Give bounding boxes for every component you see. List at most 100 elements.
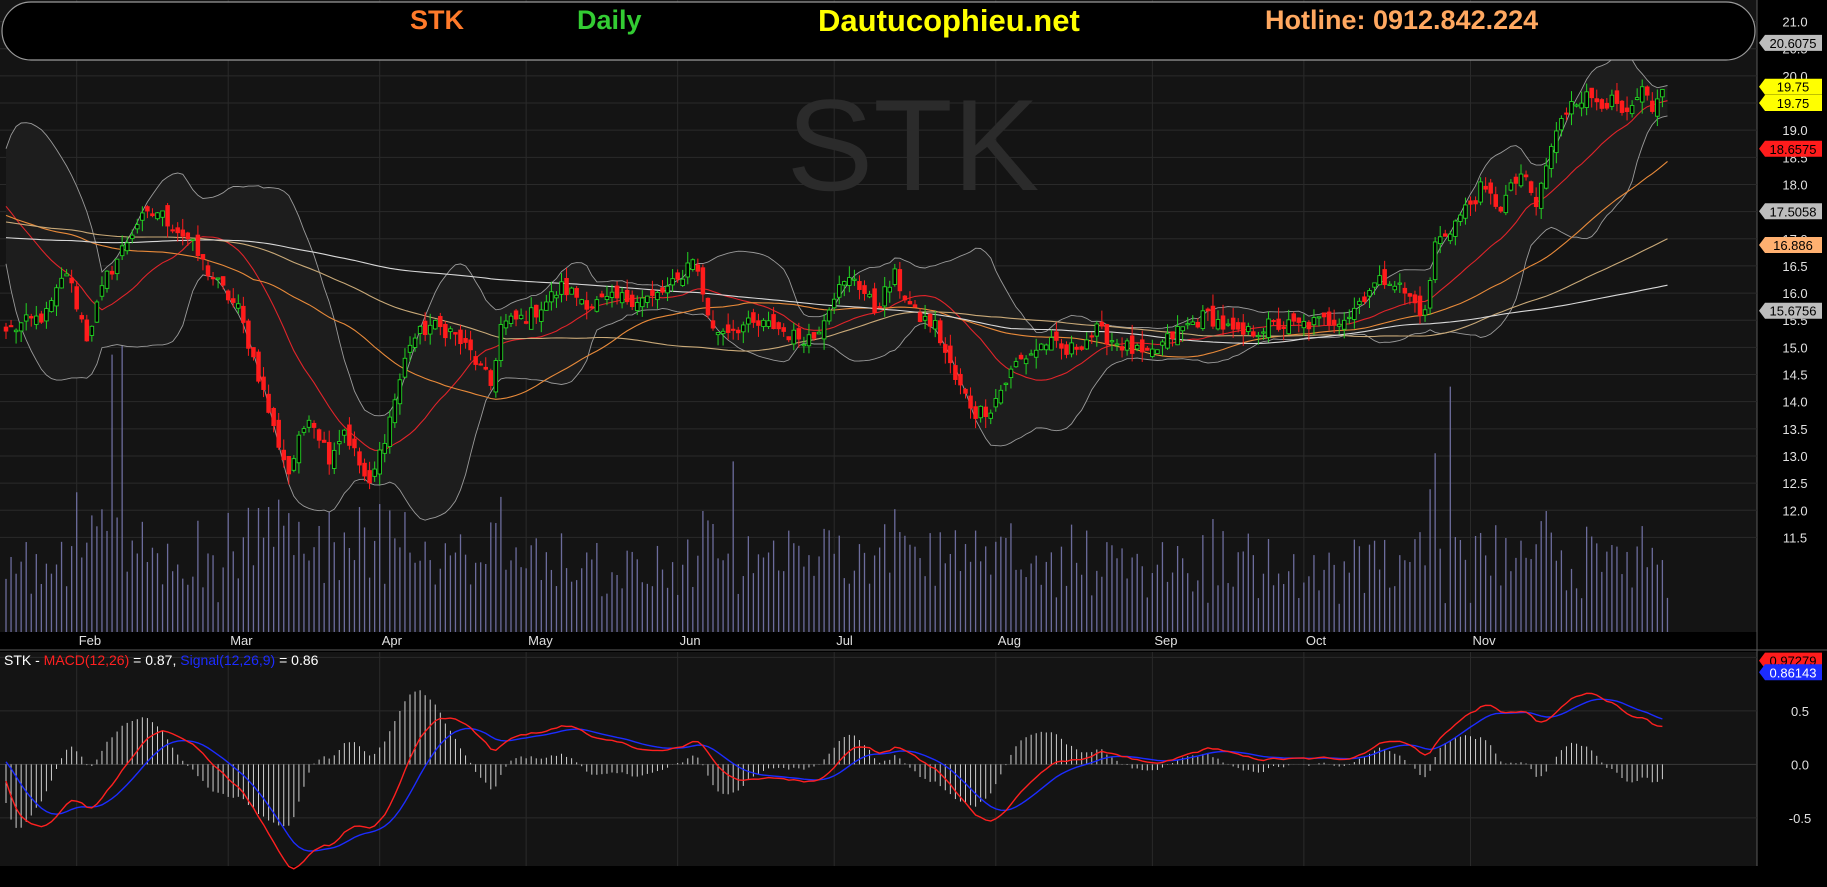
candle-body <box>367 470 372 484</box>
candle-body <box>1422 309 1428 316</box>
candle-body <box>74 286 79 310</box>
candle-body <box>1200 310 1206 329</box>
candle-body <box>291 458 297 471</box>
price-tick-label: 19.0 <box>1782 123 1807 138</box>
candle-body <box>54 287 59 307</box>
candle-body <box>564 277 569 296</box>
candle-body <box>140 212 145 221</box>
candle-body <box>604 295 610 301</box>
candle-body <box>650 289 655 296</box>
candle-body <box>902 295 908 301</box>
candle-body <box>1266 318 1271 338</box>
candle-body <box>680 278 685 286</box>
candle-body <box>938 320 943 344</box>
candle-body <box>1165 333 1170 349</box>
candle-body <box>842 281 847 286</box>
candle-body <box>498 324 504 362</box>
candle-body <box>377 449 382 475</box>
candle-body <box>1195 321 1201 328</box>
price-tick-label: 13.0 <box>1782 449 1807 464</box>
price-tick-label: 14.0 <box>1782 395 1807 410</box>
candle-body <box>210 277 216 280</box>
candle-body <box>761 319 766 328</box>
stock-chart-window: STK Feb Mar Apr May Jun Jul Aug Sep Oct Nov 11.5 1… <box>0 0 1827 882</box>
candle-body <box>79 315 84 320</box>
price-tag: 15.6756 <box>1759 302 1822 319</box>
candle-body <box>1644 86 1650 96</box>
candle-body <box>316 429 322 441</box>
candle-body <box>1352 307 1357 320</box>
candle-body <box>1579 102 1584 109</box>
candle-body <box>271 407 276 427</box>
candle-body <box>1331 319 1337 325</box>
price-tag-text: 17.5058 <box>1770 204 1817 219</box>
candle-body <box>1559 118 1564 131</box>
price-tick-label: 12.5 <box>1782 476 1807 491</box>
candle-body <box>1291 313 1296 322</box>
candle-body <box>1564 112 1569 115</box>
price-tick-label: 16.0 <box>1782 286 1807 301</box>
candle-body <box>422 320 428 336</box>
candle-body <box>1660 88 1665 98</box>
candle-body <box>1442 233 1448 237</box>
price-tick-label: 13.5 <box>1782 422 1807 437</box>
candle-body <box>877 306 882 309</box>
candle-body <box>1473 200 1478 205</box>
candle-body <box>503 320 509 329</box>
candle-body <box>670 278 675 286</box>
candle-body <box>1538 182 1544 209</box>
candle-body <box>1574 104 1579 107</box>
candle-body <box>1311 317 1317 326</box>
candle-body <box>1387 283 1392 286</box>
candle-body <box>675 272 680 280</box>
candle-body <box>645 295 650 303</box>
candle-body <box>887 286 893 293</box>
candle-body <box>1139 339 1145 353</box>
candle-body <box>1639 86 1645 103</box>
candle-body <box>347 424 352 446</box>
candle-body <box>534 304 539 318</box>
candle-body <box>1503 194 1509 214</box>
candle-body <box>594 299 600 312</box>
candle-body <box>1129 335 1135 354</box>
candle-body <box>776 322 781 330</box>
candle-body <box>549 291 554 303</box>
candle-body <box>1281 326 1286 329</box>
candle-body <box>589 306 595 309</box>
candle-body <box>1099 321 1105 327</box>
candle-body <box>44 308 49 322</box>
watermark-symbol: STK <box>787 72 1040 218</box>
candle-body <box>539 309 544 322</box>
candle-body <box>907 301 913 305</box>
candle-body <box>124 242 130 252</box>
macd-tick-label: 0.0 <box>1791 757 1809 772</box>
candle-body <box>1498 206 1504 212</box>
candle-body <box>1655 98 1660 117</box>
candle-body <box>665 285 670 294</box>
candle-body <box>1240 322 1246 335</box>
price-tag: 16.886 <box>1759 237 1822 253</box>
candle-body <box>1367 290 1372 297</box>
candle-body <box>559 281 564 295</box>
candle-body <box>1407 293 1413 297</box>
candle-body <box>948 345 953 364</box>
candle-body <box>599 293 605 298</box>
month-label: Nov <box>1473 633 1497 648</box>
candle-body <box>579 299 584 305</box>
macd-panel-background <box>0 652 1757 866</box>
header-banner: STK Daily Dautucophieu.net Hotline: 0912… <box>1 1 1756 61</box>
candle-body <box>1064 344 1069 355</box>
candle-body <box>1134 344 1140 350</box>
candle-body <box>215 277 221 280</box>
candle-body <box>892 268 898 285</box>
candle-body <box>1246 326 1251 333</box>
candle-body <box>1104 324 1110 345</box>
candle-body <box>129 234 135 240</box>
candle-body <box>230 298 236 303</box>
month-label: Jul <box>836 633 853 648</box>
candle-body <box>483 366 489 370</box>
price-tag: 18.6575 <box>1759 140 1822 157</box>
candle-body <box>321 439 327 443</box>
candle-body <box>1508 182 1514 191</box>
candle-body <box>155 212 160 220</box>
